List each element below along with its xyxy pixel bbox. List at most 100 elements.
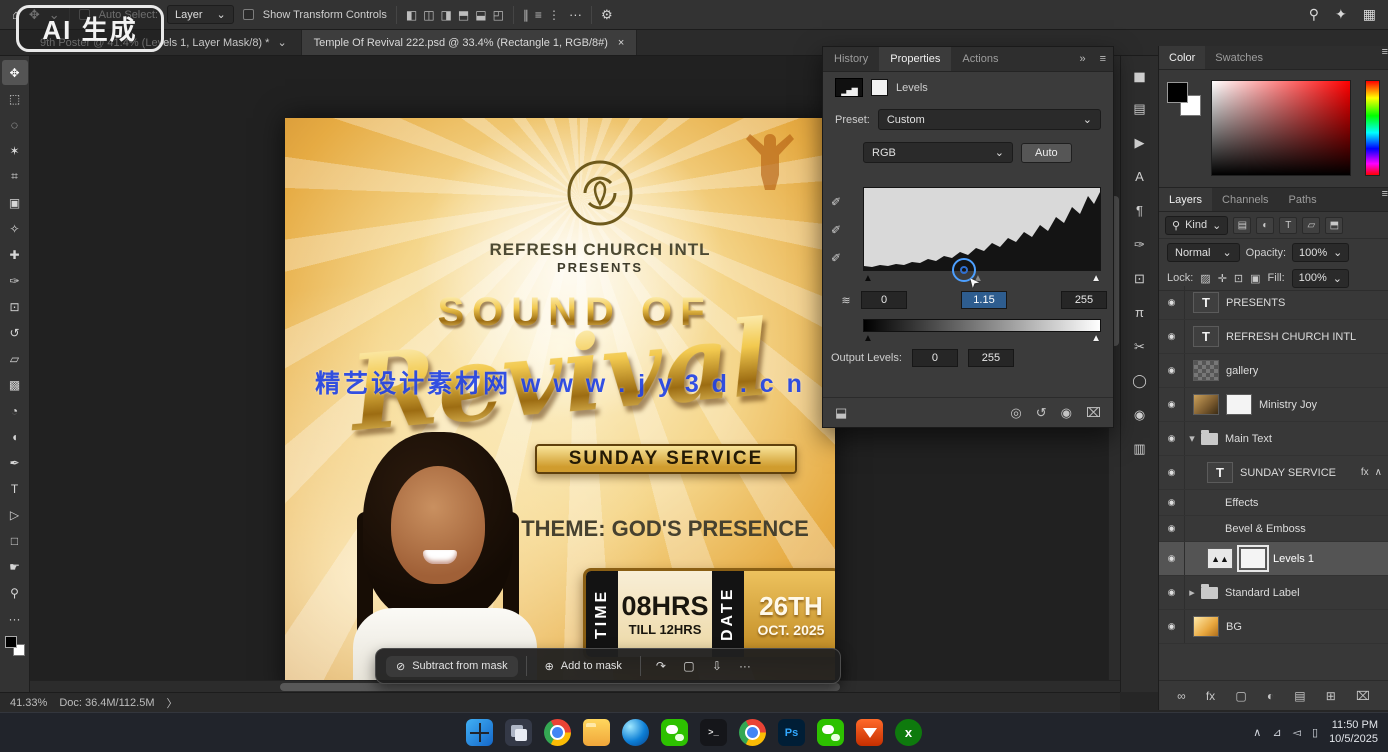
group-expanded-chevron-icon[interactable]: ▾ bbox=[1185, 432, 1199, 445]
text-layer-thumbnail[interactable]: T bbox=[1193, 326, 1219, 347]
start-button[interactable] bbox=[466, 719, 493, 746]
libraries-panel-icon[interactable]: ▥ bbox=[1126, 436, 1154, 461]
scrubby-hand-icon[interactable]: ≋ bbox=[831, 294, 861, 307]
tab-paths[interactable]: Paths bbox=[1279, 188, 1327, 211]
visibility-eye-icon[interactable]: ◉ bbox=[1159, 320, 1185, 353]
undo-curve-icon[interactable]: ↷ bbox=[649, 655, 673, 677]
chrome-icon[interactable] bbox=[544, 719, 571, 746]
visibility-eye-icon[interactable]: ◉ bbox=[1159, 286, 1185, 319]
foreground-background-swatch[interactable] bbox=[5, 636, 25, 656]
tab-layers[interactable]: Layers bbox=[1159, 188, 1212, 211]
search-icon[interactable]: ⚲ bbox=[1309, 6, 1319, 23]
export-arrow-icon[interactable]: ⇩ bbox=[705, 655, 729, 677]
align-middle-icon[interactable]: ⬓ bbox=[475, 8, 486, 22]
tab-properties[interactable]: Properties bbox=[879, 47, 951, 71]
shadow-slider[interactable]: ▲ bbox=[863, 273, 873, 284]
shapes-panel-icon[interactable]: ◯ bbox=[1126, 368, 1154, 393]
panel-menu-icon[interactable]: ≡ bbox=[1382, 46, 1388, 69]
lasso-tool[interactable]: ◌ bbox=[2, 112, 28, 137]
brush-tool[interactable]: ✑ bbox=[2, 268, 28, 293]
terminal-icon[interactable]: >_ bbox=[700, 719, 727, 746]
filter-kind-dropdown[interactable]: ⚲ Kind ⌄ bbox=[1165, 216, 1228, 235]
visibility-eye-icon[interactable]: ◉ bbox=[1159, 542, 1185, 575]
visibility-eye-icon[interactable]: ◉ bbox=[1159, 388, 1185, 421]
workspace-switcher-icon[interactable]: ▦ bbox=[1363, 6, 1376, 23]
brave-icon[interactable] bbox=[856, 719, 883, 746]
zoom-tool[interactable]: ⚲ bbox=[2, 580, 28, 605]
filter-pixel-layers-icon[interactable]: ▤ bbox=[1233, 217, 1251, 234]
visibility-eye-icon[interactable]: ◉ bbox=[1159, 422, 1185, 455]
frame-tool[interactable]: ▣ bbox=[2, 190, 28, 215]
tab-actions[interactable]: Actions bbox=[951, 47, 1009, 71]
adjustments-panel-icon[interactable]: ◉ bbox=[1126, 402, 1154, 427]
edge-icon[interactable] bbox=[622, 719, 649, 746]
photoshop-icon[interactable]: Ps bbox=[778, 719, 805, 746]
paragraph-panel-icon[interactable]: ¶ bbox=[1126, 198, 1154, 223]
visibility-eye-icon[interactable]: ◉ bbox=[1159, 490, 1185, 515]
layer-row-ministry-joy[interactable]: ◉ Ministry Joy bbox=[1159, 388, 1388, 422]
notes-panel-icon[interactable]: ✂ bbox=[1126, 334, 1154, 359]
lock-transparent-pixels-icon[interactable]: ▨ bbox=[1200, 272, 1210, 285]
chrome-profile-2-icon[interactable] bbox=[739, 719, 766, 746]
view-previous-state-icon[interactable]: ◎ bbox=[1010, 405, 1021, 421]
brush-settings-panel-icon[interactable]: ✑ bbox=[1126, 232, 1154, 257]
align-left-icon[interactable]: ◧ bbox=[406, 8, 417, 22]
hand-tool[interactable]: ☛ bbox=[2, 554, 28, 579]
delete-layer-icon[interactable]: ⌧ bbox=[1356, 689, 1370, 703]
align-top-icon[interactable]: ⬒ bbox=[458, 8, 469, 22]
distribute-vertical-icon[interactable]: ≡ bbox=[535, 8, 542, 22]
layer-row-presents[interactable]: ◉ T PRESENTS bbox=[1159, 286, 1388, 320]
blur-tool[interactable]: ◔ bbox=[2, 398, 28, 423]
subtract-from-mask-button[interactable]: ⊘ Subtract from mask bbox=[386, 656, 518, 677]
character-panel-icon[interactable]: A bbox=[1126, 164, 1154, 189]
layer-row-gallery[interactable]: ◉ gallery bbox=[1159, 354, 1388, 388]
path-selection-tool[interactable]: ▷ bbox=[2, 502, 28, 527]
tab-channels[interactable]: Channels bbox=[1212, 188, 1278, 211]
align-right-icon[interactable]: ◨ bbox=[441, 8, 452, 22]
gear-icon[interactable]: ⚙ bbox=[601, 7, 613, 23]
gradient-tool[interactable]: ▩ bbox=[2, 372, 28, 397]
layer-row-levels-1[interactable]: ◉ ▲▲ Levels 1 bbox=[1159, 542, 1388, 576]
image-layer-thumbnail[interactable] bbox=[1193, 394, 1219, 415]
collapse-panel-icon[interactable]: » bbox=[1072, 47, 1092, 71]
panel-menu-icon[interactable]: ≡ bbox=[1093, 47, 1113, 71]
glyphs-panel-icon[interactable]: π bbox=[1126, 300, 1154, 325]
add-to-mask-button[interactable]: ⊕ Add to mask bbox=[535, 656, 632, 677]
eyedropper-tool[interactable]: ✧ bbox=[2, 216, 28, 241]
layer-row-effects[interactable]: ◉ Effects bbox=[1159, 490, 1388, 516]
new-adjustment-layer-icon[interactable]: ◐ bbox=[1267, 689, 1274, 703]
tab-color[interactable]: Color bbox=[1159, 46, 1205, 69]
text-layer-thumbnail[interactable]: T bbox=[1193, 292, 1219, 313]
layer-mask-thumbnail-selected[interactable] bbox=[1240, 548, 1266, 569]
healing-brush-tool[interactable]: ✚ bbox=[2, 242, 28, 267]
new-group-icon[interactable]: ▤ bbox=[1294, 689, 1305, 703]
zoom-level-field[interactable]: 41.33% bbox=[10, 697, 47, 709]
crop-tool[interactable]: ⌗ bbox=[2, 164, 28, 189]
output-highlight-input[interactable] bbox=[968, 349, 1014, 367]
history-brush-tool[interactable]: ↺ bbox=[2, 320, 28, 345]
preset-dropdown[interactable]: Custom ⌄ bbox=[878, 109, 1101, 130]
hue-slider[interactable] bbox=[1365, 80, 1380, 176]
panel-menu-icon[interactable]: ≡ bbox=[1382, 188, 1388, 211]
visibility-eye-icon[interactable]: ◉ bbox=[1159, 456, 1185, 489]
distribute-more-icon[interactable]: ⋮ bbox=[548, 8, 560, 22]
visibility-eye-icon[interactable]: ◉ bbox=[1159, 354, 1185, 387]
foreground-color-swatch[interactable] bbox=[1167, 82, 1188, 103]
pen-tool[interactable]: ✒ bbox=[2, 450, 28, 475]
wechat-2-icon[interactable] bbox=[817, 719, 844, 746]
layer-mask-thumbnail[interactable] bbox=[871, 79, 888, 96]
adjustment-layer-thumbnail[interactable]: ▲▲ bbox=[1207, 548, 1233, 569]
filter-adjustment-layers-icon[interactable]: ◐ bbox=[1256, 217, 1274, 234]
midtone-slider[interactable]: ▲ bbox=[973, 273, 983, 284]
tab-swatches[interactable]: Swatches bbox=[1205, 46, 1273, 69]
align-center-icon[interactable]: ◫ bbox=[423, 8, 434, 22]
task-view-button[interactable] bbox=[505, 719, 532, 746]
delete-adjustment-icon[interactable]: ⌧ bbox=[1086, 405, 1101, 421]
document-tab[interactable]: Temple Of Revival 222.psd @ 33.4% (Recta… bbox=[301, 30, 638, 55]
add-layer-mask-icon[interactable]: ▢ bbox=[1235, 689, 1246, 703]
blend-mode-dropdown[interactable]: Normal ⌄ bbox=[1167, 243, 1240, 262]
output-highlight-slider[interactable]: ▲ bbox=[1091, 333, 1101, 344]
filter-shape-layers-icon[interactable]: ▱ bbox=[1302, 217, 1320, 234]
channel-dropdown[interactable]: RGB ⌄ bbox=[863, 142, 1013, 163]
chevron-down-icon[interactable]: ⌄ bbox=[277, 36, 286, 49]
